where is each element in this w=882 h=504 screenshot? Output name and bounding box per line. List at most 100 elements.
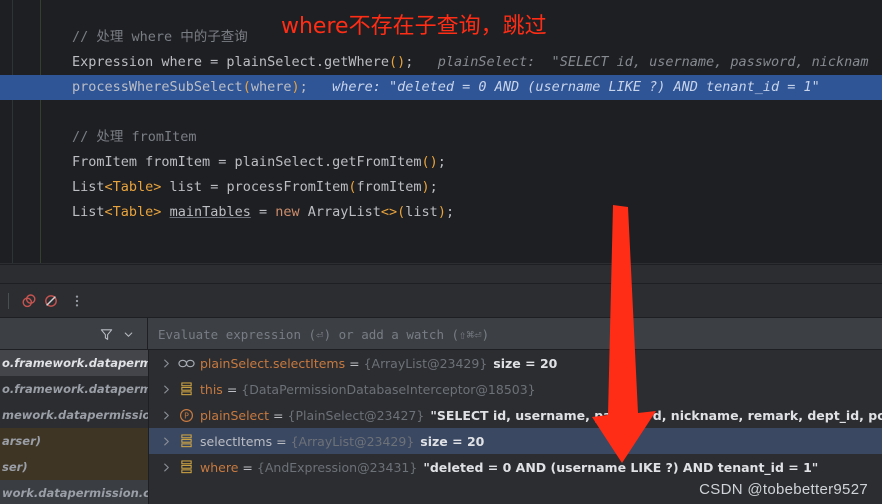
variable-name: plainSelect bbox=[200, 407, 270, 423]
code-line-gutter-highlight bbox=[0, 75, 72, 100]
code-token: = bbox=[250, 204, 276, 220]
filter-icon[interactable] bbox=[95, 323, 117, 345]
code-line[interactable]: List<Table> list = processFromItem(fromI… bbox=[0, 175, 882, 200]
variable-size: size = 20 bbox=[493, 355, 558, 371]
debugger-panel: Evaluate expression (⏎) or add a watch (… bbox=[0, 264, 882, 504]
param-icon: P bbox=[177, 407, 195, 423]
watermark: CSDN @tobebetter9527 bbox=[699, 481, 868, 498]
code-line[interactable]: FromItem fromItem = plainSelect.getFromI… bbox=[0, 150, 882, 175]
expand-chevron-icon[interactable] bbox=[159, 408, 173, 422]
code-token: 中的子查询 bbox=[172, 29, 248, 45]
code-line[interactable]: processWhereSubSelect(where); where: "de… bbox=[0, 75, 882, 100]
code-token: ; bbox=[429, 179, 438, 195]
variable-size: size = 20 bbox=[420, 433, 485, 449]
code-token: list bbox=[405, 204, 438, 220]
code-token: where bbox=[250, 79, 292, 95]
code-editor[interactable]: // 处理 where 中的子查询 Expression where = plai… bbox=[0, 0, 882, 264]
code-token: <Table> bbox=[104, 204, 162, 220]
code-token: new bbox=[275, 204, 300, 220]
list-icon bbox=[177, 381, 195, 397]
code-token: FromItem fromItem = plainSelect.getFromI… bbox=[72, 154, 422, 170]
code-line[interactable]: Expression where = plainSelect.getWhere(… bbox=[0, 50, 882, 75]
variable-type: {ArrayList@23429} bbox=[363, 355, 488, 371]
variable-row[interactable]: selectItems = {ArrayList@23429} size = 20 bbox=[149, 428, 882, 454]
frames-panel[interactable]: o.framework.datapermi o.framework.dataper… bbox=[0, 350, 149, 504]
variable-name: plainSelect.selectItems bbox=[200, 355, 346, 371]
mute-breakpoints-icon[interactable] bbox=[40, 290, 62, 312]
code-token: // 处理 fromItem bbox=[72, 129, 197, 145]
code-token: ( bbox=[348, 179, 357, 195]
code-token: where bbox=[131, 29, 173, 45]
variable-type: {AndExpression@23431} bbox=[256, 459, 418, 475]
code-token: List bbox=[72, 179, 105, 195]
code-token: mainTables bbox=[169, 204, 251, 220]
list-icon bbox=[177, 459, 195, 475]
variable-equals: = bbox=[226, 381, 238, 397]
chevron-down-icon[interactable] bbox=[117, 323, 139, 345]
variable-value: "SELECT id, username, password, nickname… bbox=[430, 407, 882, 423]
code-token: // 处理 bbox=[72, 29, 132, 45]
debugger-toolbar bbox=[0, 284, 882, 318]
variable-type: {ArrayList@23429} bbox=[290, 433, 415, 449]
code-token: <>( bbox=[380, 204, 406, 220]
variable-name: where bbox=[200, 459, 239, 475]
code-token: Expression where = plainSelect.getWhere bbox=[72, 54, 389, 70]
svg-text:P: P bbox=[184, 411, 189, 420]
expand-chevron-icon[interactable] bbox=[159, 434, 173, 448]
variable-type: {PlainSelect@23427} bbox=[287, 407, 425, 423]
code-token: () bbox=[388, 54, 406, 70]
variable-row[interactable]: where = {AndExpression@23431} "deleted = 0 … bbox=[149, 454, 882, 480]
code-token: () bbox=[421, 154, 438, 170]
variable-row[interactable]: this = {DataPermissionDatabaseInterceptor@… bbox=[149, 376, 882, 402]
inline-hint: plainSelect: "SELECT id, username, passw… bbox=[413, 54, 869, 70]
variable-row[interactable]: plainSelect.selectItems = {ArrayList@23429… bbox=[149, 350, 882, 376]
annotation-text: where不存在子查询，跳过 bbox=[281, 14, 547, 39]
variable-equals: = bbox=[242, 459, 253, 475]
filter-controls bbox=[0, 318, 148, 350]
code-token: ( bbox=[242, 79, 251, 95]
code-token: ) bbox=[291, 79, 300, 95]
filter-bar: Evaluate expression (⏎) or add a watch (… bbox=[0, 318, 882, 350]
evaluate-expression-placeholder: Evaluate expression (⏎) or add a watch (… bbox=[158, 326, 490, 342]
evaluate-expression-input[interactable]: Evaluate expression (⏎) or add a watch (… bbox=[148, 318, 882, 350]
debug-top-separator bbox=[0, 264, 882, 265]
code-line[interactable]: // 处理 fromItem bbox=[0, 125, 882, 150]
view-breakpoints-icon[interactable] bbox=[18, 290, 40, 312]
variable-value: "deleted = 0 AND (username LIKE ?) AND t… bbox=[423, 459, 819, 475]
code-token: fromItem bbox=[356, 179, 422, 195]
expand-chevron-icon[interactable] bbox=[159, 382, 173, 396]
frame-row[interactable]: o.framework.datapermi bbox=[0, 376, 148, 402]
list-icon bbox=[177, 433, 195, 449]
code-line[interactable] bbox=[0, 100, 882, 125]
variable-type: {DataPermissionDatabaseInterceptor@18503… bbox=[241, 381, 536, 397]
frame-row[interactable]: o.framework.datapermi bbox=[0, 350, 148, 376]
code-token: <Table> bbox=[104, 179, 162, 195]
code-token: ; bbox=[437, 154, 446, 170]
inline-hint: where: "deleted = 0 AND (username LIKE ?… bbox=[307, 79, 820, 95]
code-token: ; bbox=[445, 204, 455, 220]
variable-name: this bbox=[200, 381, 223, 397]
code-token: list = processFromItem bbox=[161, 179, 349, 195]
code-line[interactable]: List<Table> mainTables = new ArrayList<>… bbox=[0, 200, 882, 225]
ide-window: // 处理 where 中的子查询 Expression where = plai… bbox=[0, 0, 882, 504]
frame-row[interactable]: mework.datapermission bbox=[0, 402, 148, 428]
code-token: ) bbox=[437, 204, 446, 220]
toolbar-divider bbox=[8, 293, 9, 309]
code-token: ; bbox=[299, 79, 308, 95]
watch-icon bbox=[177, 355, 195, 371]
more-options-icon[interactable] bbox=[66, 290, 88, 312]
expand-chevron-icon[interactable] bbox=[159, 460, 173, 474]
variable-name: selectItems bbox=[200, 433, 273, 449]
variable-equals: = bbox=[276, 433, 287, 449]
expand-chevron-icon[interactable] bbox=[159, 356, 173, 370]
variable-row[interactable]: PplainSelect = {PlainSelect@23427} "SELECT … bbox=[149, 402, 882, 428]
variable-equals: = bbox=[273, 407, 284, 423]
code-token: processWhereSubSelect bbox=[72, 79, 243, 95]
code-token: List bbox=[72, 204, 105, 220]
frame-row[interactable]: ser) bbox=[0, 454, 148, 480]
code-token: ArrayList bbox=[299, 204, 381, 220]
frame-row[interactable]: arser) bbox=[0, 428, 148, 454]
variable-equals: = bbox=[349, 355, 360, 371]
frame-row[interactable]: work.datapermission.co bbox=[0, 480, 148, 504]
